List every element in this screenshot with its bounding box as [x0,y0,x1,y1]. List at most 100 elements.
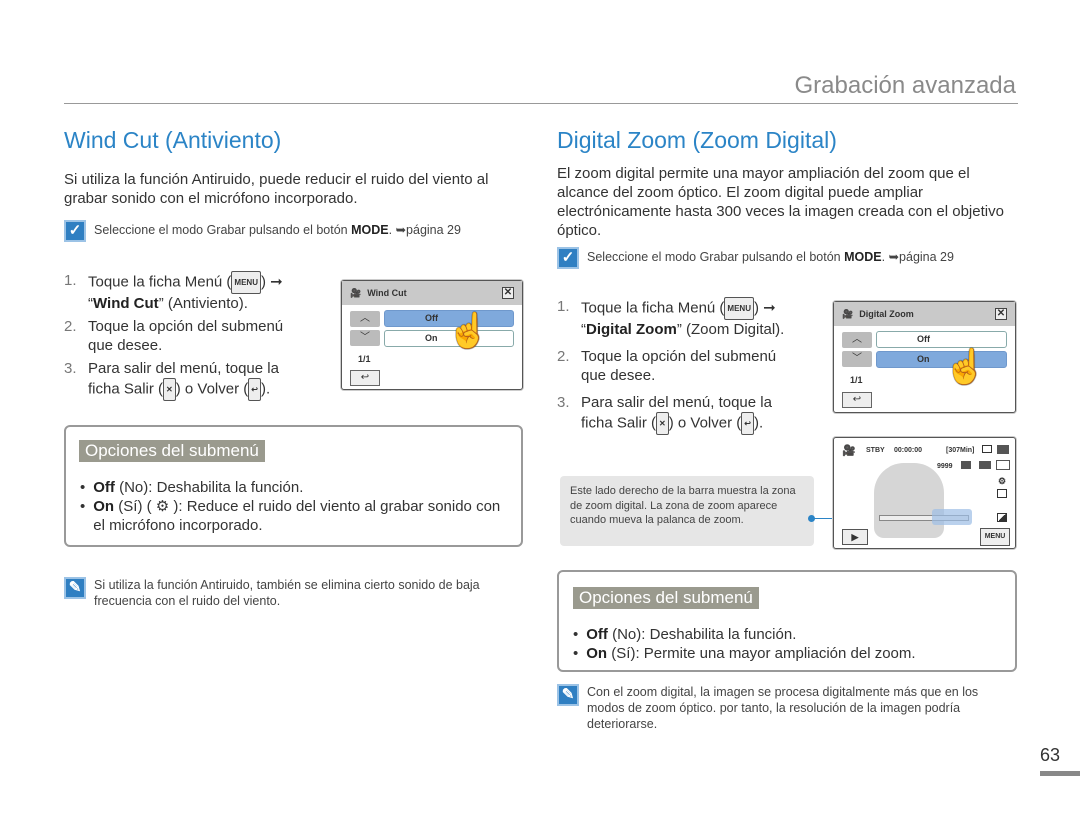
section-title-digital-zoom: Digital Zoom (Zoom Digital) [557,127,837,153]
step-text: ). [260,380,271,398]
item-bold: Off [93,479,115,496]
storage-icon [982,445,992,453]
step: 3. Para salir del menú, toque la ficha Sa… [64,359,304,401]
step: 2. Toque la opción del submenú que desee. [64,317,304,355]
option-off[interactable]: Off [876,331,1007,348]
submenu-item: • Off (No): Deshabilita la función. [573,626,797,643]
digital-zoom-steps: 1. Toque la ficha Menú (MENU) ➞ “Digital … [557,297,797,439]
option-on[interactable]: On [876,351,1007,368]
mode-key: MODE [351,223,389,237]
precheck-text: Seleccione el modo Grabar pulsando el bo… [587,250,845,264]
step-number: 3. [557,394,570,411]
digital-zoom-submenu-box: Opciones del submenú • Off (No): Deshabil… [557,570,1017,672]
menu-button[interactable]: MENU [980,528,1010,546]
camera-mode-icon: 🎥 [842,445,856,457]
page-indicator: 1/1 [850,375,863,385]
battery-icon [997,445,1009,454]
step: 2. Toque la opción del submenú que desee. [557,347,797,385]
down-arrow-button[interactable]: ﹀ [350,330,380,346]
back-button[interactable]: ↩ [350,370,380,386]
wind-cut-intro: Si utiliza la función Antiruido, puede r… [64,171,489,207]
chapter-title: Grabación avanzada [794,72,1016,99]
camera-icon: 🎥 [842,308,854,319]
screen-titlebar: 🎥 Digital Zoom ✕ [834,302,1015,326]
option-label: On [917,354,930,364]
step-number: 1. [64,272,77,289]
back-button[interactable]: ↩ [842,392,872,408]
hand-pointer-icon: ☝ [447,312,490,350]
callout-dot [808,515,815,522]
step-bold: Wind Cut [93,295,159,312]
time-counter: 00:00:00 [894,447,923,454]
item-text: (No): Deshabilita la función. [607,626,797,643]
zoom-callout: Este lado derecho de la barra muestra la… [560,476,814,546]
header-rule [64,103,1018,104]
status-text: STBY [866,447,885,454]
submenu-item: • On (Sí) ( ⚙ ): Reduce el ruido del vien… [80,498,501,534]
backlight-icon [997,513,1007,522]
back-icon: ↩ [741,412,754,435]
note-text: Si utiliza la función Antiruido, también… [94,578,480,608]
quality-icon [961,461,971,469]
step-text: Toque la ficha Menú ( [88,273,232,291]
step-number: 3. [64,360,77,377]
digital-zoom-intro: El zoom digital permite una mayor amplia… [557,165,1004,239]
step: 3. Para salir del menú, toque la ficha Sa… [557,393,797,435]
playback-button[interactable]: ▶ [842,529,868,545]
step-text: ” (Zoom Digital). [676,321,785,338]
screen-title: Wind Cut [367,288,407,298]
down-arrow-button[interactable]: ﹀ [842,351,872,367]
item-bold: On [586,645,608,662]
digital-zoom-note: ✎ Con el zoom digital, la imagen se proc… [557,684,1007,732]
up-arrow-button[interactable]: ︿ [350,311,380,327]
screen-title: Digital Zoom [859,309,914,319]
exit-icon: ✕ [163,378,176,401]
wind-cut-screen: 🎥 Wind Cut ✕ ︿ ﹀ Off On 1/1 ↩ ☝ [341,280,523,390]
close-icon[interactable]: ✕ [995,308,1007,320]
wind-cut-icon: ⚙ [998,476,1007,486]
step-bold: Digital Zoom [586,321,677,338]
wind-cut-note: ✎ Si utiliza la función Antiruido, tambi… [64,577,514,609]
note-pen-icon: ✎ [557,684,579,706]
step-number: 2. [557,348,570,365]
step-text: ) o Volver ( [175,380,249,398]
item-text: (Sí): Permite una mayor ampliación del z… [607,645,916,662]
hand-pointer-icon: ☝ [944,348,987,386]
submenu-list: • Off (No): Deshabilita la función. • On (… [80,478,510,535]
item-bold: On [93,498,115,515]
page-number-bar [1040,771,1080,776]
back-icon: ↩ [248,378,261,401]
full-hd-icon [996,460,1010,470]
option-label: Off [917,334,930,344]
wind-cut-submenu-box: Opciones del submenú • Off (No): Deshabil… [64,425,523,547]
wind-cut-precheck: ✓ Seleccione el modo Grabar pulsando el … [64,220,504,242]
step-text: ). [753,414,764,432]
remaining-time: [307Min] [946,447,975,454]
item-text: (No): Deshabilita la función. [114,479,304,496]
page-number: 63 [1040,745,1061,765]
step: 1. Toque la ficha Menú (MENU) ➞ “Digital … [557,297,797,339]
subject-silhouette [874,463,944,538]
submenu-heading: Opciones del submenú [79,440,265,462]
stabilizer-icon [997,489,1007,498]
up-arrow-button[interactable]: ︿ [842,332,872,348]
step-text: Toque la opción del submenú que desee. [581,348,777,384]
note-text: Con el zoom digital, la imagen se proces… [587,685,979,731]
option-label: Off [425,313,438,323]
step-text: ) o Volver ( [668,414,742,432]
submenu-list: • Off (No): Deshabilita la función. • On (… [573,625,1015,663]
digital-zoom-screen: 🎥 Digital Zoom ✕ ︿ ﹀ Off On 1/1 ↩ ☝ [833,301,1016,413]
note-pen-icon: ✎ [64,577,86,599]
exit-icon: ✕ [656,412,669,435]
submenu-item: • Off (No): Deshabilita la función. [80,479,304,496]
submenu-item: • On (Sí): Permite una mayor ampliación d… [573,645,916,662]
digital-zoom-zone [932,509,972,525]
page-ref: . ➥página 29 [881,250,954,264]
photo-count: 9999 [937,463,953,470]
close-icon[interactable]: ✕ [502,287,514,299]
wind-cut-steps: 1. Toque la ficha Menú (MENU) ➞ “Wind Cut… [64,271,304,405]
step-text: Toque la ficha Menú ( [581,299,725,317]
menu-key-icon: MENU [231,271,261,294]
step-number: 2. [64,318,77,335]
step-number: 1. [557,298,570,315]
